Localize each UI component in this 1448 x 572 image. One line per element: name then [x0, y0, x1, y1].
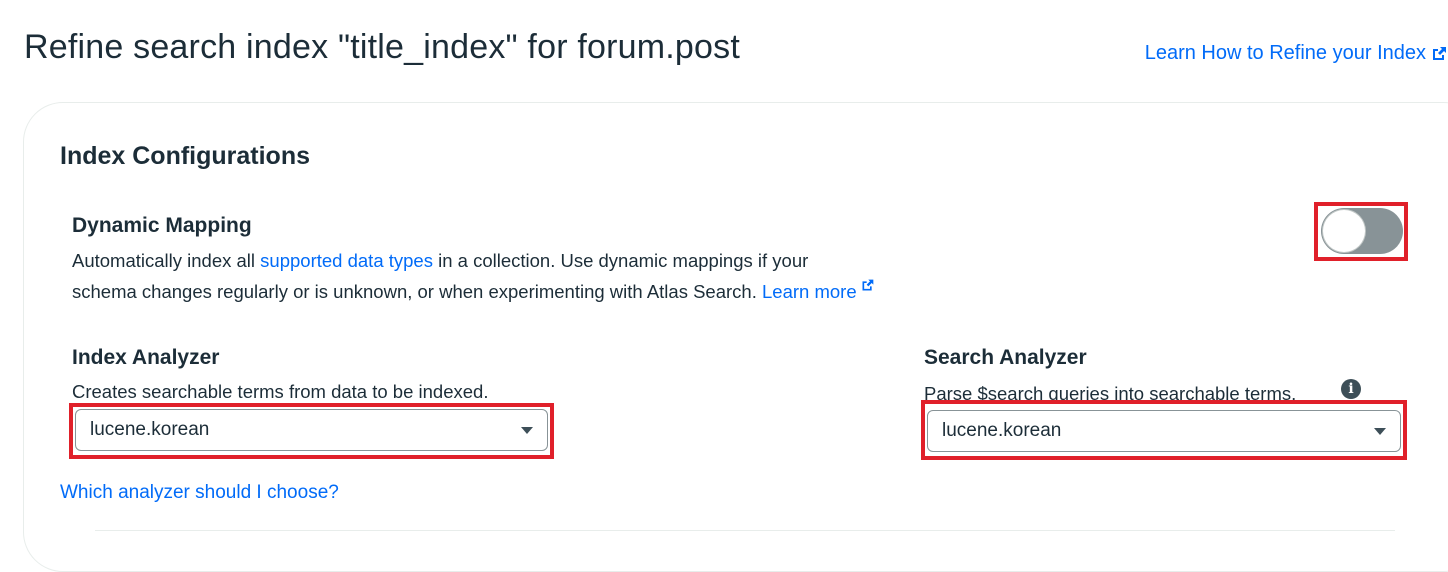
index-analyzer-select[interactable]: lucene.korean — [75, 409, 548, 451]
section-title: Index Configurations — [60, 142, 310, 170]
toggle-knob — [1323, 210, 1365, 252]
page-title: Refine search index "title_index" for fo… — [24, 28, 740, 66]
learn-more-link[interactable]: Learn more — [762, 279, 875, 302]
dynamic-mapping-desc-line2: schema changes regularly or is unknown, … — [72, 281, 762, 302]
learn-refine-index-label: Learn How to Refine your Index — [1144, 42, 1426, 64]
external-link-icon — [1433, 46, 1446, 60]
dynamic-mapping-title: Dynamic Mapping — [72, 214, 252, 237]
dynamic-mapping-description: Automatically index all supported data t… — [72, 245, 808, 276]
dynamic-mapping-toggle[interactable] — [1321, 208, 1403, 254]
caret-down-icon — [1374, 428, 1386, 435]
caret-down-icon — [521, 427, 533, 434]
dynamic-mapping-desc-part2: in a collection. Use dynamic mappings if… — [432, 250, 809, 271]
search-analyzer-title: Search Analyzer — [924, 346, 1087, 369]
section-divider — [95, 530, 1395, 531]
dynamic-mapping-desc-part1: Automatically index all — [72, 250, 261, 271]
index-analyzer-title: Index Analyzer — [72, 346, 220, 369]
index-analyzer-value: lucene.korean — [90, 419, 210, 440]
learn-refine-index-link[interactable]: Learn How to Refine your Index — [1145, 42, 1448, 65]
dynamic-mapping-description-line2: schema changes regularly or is unknown, … — [72, 276, 875, 307]
external-link-icon — [862, 279, 873, 291]
supported-data-types-link[interactable]: supported data types — [260, 250, 433, 271]
search-analyzer-select[interactable]: lucene.korean — [927, 410, 1401, 452]
search-analyzer-value: lucene.korean — [942, 420, 1062, 441]
which-analyzer-link[interactable]: Which analyzer should I choose? — [60, 482, 339, 504]
learn-more-label: Learn more — [762, 281, 857, 302]
info-icon[interactable]: i — [1341, 379, 1361, 399]
